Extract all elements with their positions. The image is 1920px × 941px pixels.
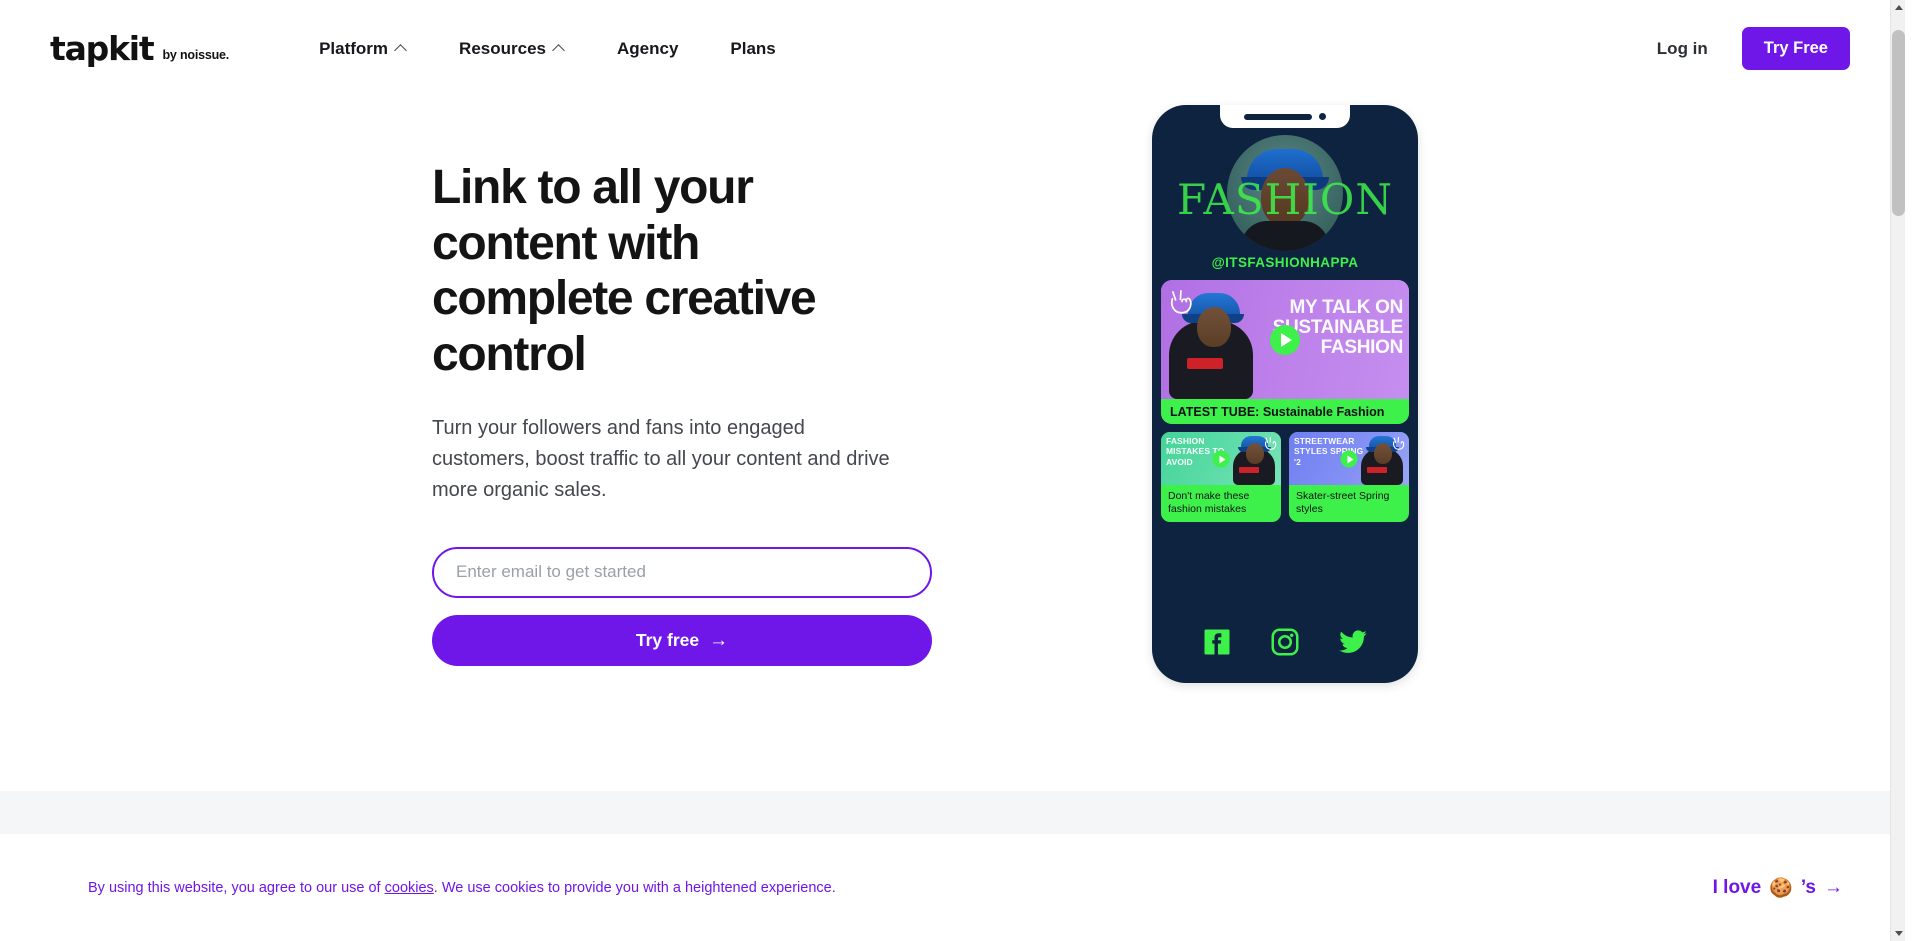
try-free-cta-label: Try free xyxy=(635,629,700,650)
person-hoodie-logo xyxy=(1187,358,1223,369)
link-card-headline: MY TALK ON SUSTAINABLE FASHION xyxy=(1272,297,1404,359)
link-card-small[interactable]: FASHION MISTAKES TO AVOID Don't make the… xyxy=(1161,432,1281,522)
site-header: tapkit by noissue. Platform Resources Ag… xyxy=(0,0,1905,97)
link-card-main[interactable]: MY TALK ON SUSTAINABLE FASHION LATEST TU… xyxy=(1161,280,1409,424)
page-scrollbar[interactable] xyxy=(1890,0,1905,941)
logo-wordmark: tapkit xyxy=(50,29,155,68)
person-hoodie-logo xyxy=(1367,467,1387,473)
play-icon[interactable] xyxy=(1340,450,1358,468)
cookie-icon: 🍪 xyxy=(1769,877,1793,899)
nav-item-label: Platform xyxy=(319,38,389,58)
scroll-up-arrow-icon[interactable] xyxy=(1891,0,1905,15)
chevron-up-icon xyxy=(554,43,565,54)
link-card-caption: Skater-street Spring styles xyxy=(1296,490,1390,516)
link-card-label: LATEST TUBE: Sustainable Fashion xyxy=(1161,399,1409,424)
arrow-right-icon: → xyxy=(709,629,729,651)
scrollbar-thumb[interactable] xyxy=(1892,30,1905,216)
link-card-thumbnail: STREETWEAR STYLES SPRING '2 xyxy=(1289,432,1409,485)
play-icon[interactable] xyxy=(1270,325,1300,355)
main-nav: Platform Resources Agency Plans xyxy=(293,29,802,69)
nav-item-plans[interactable]: Plans xyxy=(704,29,801,69)
social-links xyxy=(1152,627,1418,657)
profile-overlay-title: FASHION xyxy=(1177,175,1393,224)
person-face xyxy=(1246,443,1264,464)
section-divider-band xyxy=(0,791,1905,834)
accept-cookies-button[interactable]: I love 🍪 ’s → xyxy=(1713,876,1843,900)
facebook-icon[interactable] xyxy=(1202,627,1232,657)
phone-mockup: FASHION @ITSFASHIONHAPPA MY TALK ON SUST… xyxy=(1152,105,1418,683)
person-face xyxy=(1374,443,1392,464)
link-card-small[interactable]: STREETWEAR STYLES SPRING '2 Skater-stree… xyxy=(1289,432,1409,522)
play-icon[interactable] xyxy=(1212,450,1230,468)
peace-hand-icon xyxy=(1170,289,1192,314)
page-root: tapkit by noissue. Platform Resources Ag… xyxy=(0,0,1905,941)
peace-hand-icon xyxy=(1264,437,1277,450)
nav-item-platform[interactable]: Platform xyxy=(293,29,433,69)
scroll-down-arrow-icon[interactable] xyxy=(1891,926,1905,941)
logo-byline: by noissue. xyxy=(162,48,230,62)
phone-notch xyxy=(1220,105,1350,128)
person-hoodie-logo xyxy=(1239,467,1259,473)
try-free-header-button[interactable]: Try Free xyxy=(1741,27,1850,70)
accept-prefix-label: I love xyxy=(1712,876,1762,898)
nav-item-label: Plans xyxy=(730,38,776,58)
hero-section: Link to all your content with complete c… xyxy=(0,97,1905,791)
email-input[interactable] xyxy=(432,546,932,598)
avatar-body xyxy=(1241,221,1329,251)
instagram-icon[interactable] xyxy=(1270,627,1300,657)
profile-header: FASHION xyxy=(1152,135,1418,275)
nav-item-agency[interactable]: Agency xyxy=(591,29,704,69)
hero-subtitle: Turn your followers and fans into engage… xyxy=(432,416,890,501)
log-in-link[interactable]: Log in xyxy=(1657,39,1708,59)
cookies-policy-link[interactable]: cookies xyxy=(385,880,434,896)
header-actions: Log in Try Free xyxy=(1657,27,1850,70)
page-title: Link to all your content with complete c… xyxy=(432,161,817,382)
try-free-cta-button[interactable]: Try free → xyxy=(432,614,932,666)
twitter-icon[interactable] xyxy=(1338,627,1368,657)
phone-speaker xyxy=(1244,113,1312,120)
link-card-thumbnail: MY TALK ON SUSTAINABLE FASHION xyxy=(1161,280,1409,399)
accept-suffix-label: ’s xyxy=(1800,876,1816,898)
peace-hand-icon xyxy=(1392,437,1405,450)
nav-item-label: Agency xyxy=(616,38,679,58)
hero-copy: Link to all your content with complete c… xyxy=(432,160,932,666)
chevron-up-icon xyxy=(396,43,407,54)
cookie-consent-bar: By using this website, you agree to our … xyxy=(0,834,1905,941)
phone-camera xyxy=(1319,113,1326,120)
nav-item-label: Resources xyxy=(459,38,546,58)
nav-item-resources[interactable]: Resources xyxy=(433,29,591,69)
person-face xyxy=(1197,307,1231,347)
link-card-thumbnail: FASHION MISTAKES TO AVOID xyxy=(1161,432,1281,485)
profile-handle: @ITSFASHIONHAPPA xyxy=(1211,255,1359,270)
link-cards-row: FASHION MISTAKES TO AVOID Don't make the… xyxy=(1161,432,1409,522)
cookie-text-after: . We use cookies to provide you with a h… xyxy=(433,879,836,896)
cookie-message: By using this website, you agree to our … xyxy=(88,880,836,896)
link-card-caption: Don't make these fashion mistakes xyxy=(1168,490,1250,516)
arrow-right-icon: → xyxy=(1824,876,1843,898)
logo[interactable]: tapkit by noissue. xyxy=(50,32,229,65)
cookie-text-before: By using this website, you agree to our … xyxy=(88,879,385,896)
